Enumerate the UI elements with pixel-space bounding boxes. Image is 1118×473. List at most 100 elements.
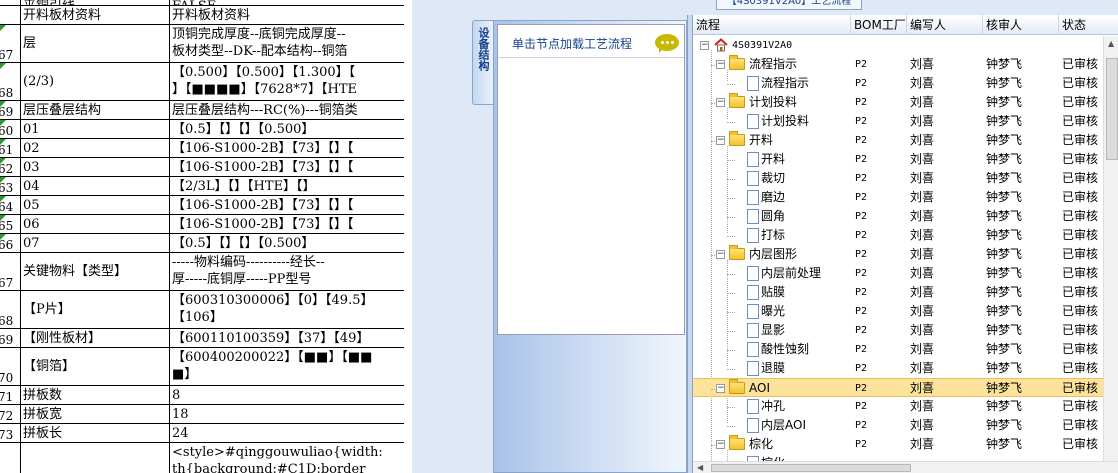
speech-bubble-icon[interactable] [655,34,679,53]
sheet-cell-label[interactable] [20,443,170,473]
status-cell: 已审核 [1062,418,1099,432]
writer-cell: 刘喜 [910,266,935,280]
tree-row[interactable]: 开料 P2 刘喜 钟梦飞 已审核 [693,150,1103,169]
tree-row[interactable]: 内层前处理 P2 刘喜 钟梦飞 已审核 [693,264,1103,283]
sheet-cell-label[interactable]: 拼板长 [20,424,170,442]
horizontal-scrollbar[interactable]: ◀ [693,461,1118,473]
tree-guide-line [727,122,735,123]
sheet-cell-label[interactable]: (2/3) [20,63,170,100]
sheet-row: <style>#qinggouwuliao{width: th{backgroun… [0,443,404,473]
sheet-cell-label[interactable]: 层 [20,25,170,62]
sheet-cell-value[interactable]: FALSE [170,0,404,5]
sheet-cell-label[interactable]: 平铜引线 [20,0,170,5]
tree-row[interactable]: − 4S0391V2A0 [693,36,1103,55]
sheet-cell-label[interactable]: 07 [20,234,170,252]
sheet-cell-value[interactable]: 开料板材资料 [170,6,404,24]
collapse-toggle-icon[interactable]: − [716,98,725,107]
reviewer-cell: 钟梦飞 [986,171,1023,185]
tree-row[interactable]: 贴膜 P2 刘喜 钟梦飞 已审核 [693,283,1103,302]
sheet-cell-label[interactable]: 01 [20,120,170,138]
collapse-toggle-icon[interactable]: − [716,60,725,69]
sheet-cell-value[interactable]: 【600400200022】【■■】【■■ ■】 [170,348,404,385]
reviewer-cell: 钟梦飞 [986,190,1023,204]
tree-row[interactable]: 酸性蚀刻 P2 刘喜 钟梦飞 已审核 [693,340,1103,359]
sheet-cell-label[interactable]: 【铜箔】 [20,348,170,385]
tree-row[interactable]: 退膜 P2 刘喜 钟梦飞 已审核 [693,359,1103,378]
sheet-cell-value[interactable]: 层压叠层结构---RC(%)---铜箔类 [170,101,404,119]
sheet-cell-value[interactable]: 【2/3L】【】【HTE】【】 [170,177,404,195]
collapse-toggle-icon[interactable]: − [716,440,725,449]
collapse-toggle-icon[interactable]: − [700,41,709,50]
tree-node-label: 退膜 [761,361,786,375]
tree-row[interactable]: 冲孔 P2 刘喜 钟梦飞 已审核 [693,397,1103,416]
vertical-scrollbar[interactable]: ▲ [1103,36,1118,461]
tree-row[interactable]: 圆角 P2 刘喜 钟梦飞 已审核 [693,207,1103,226]
sheet-cell-label[interactable]: 04 [20,177,170,195]
header-col-reviewer[interactable]: 核审人 [983,15,1059,35]
tree-row[interactable]: 显影 P2 刘喜 钟梦飞 已审核 [693,321,1103,340]
tree-row[interactable]: 流程指示 P2 刘喜 钟梦飞 已审核 [693,74,1103,93]
tree-row[interactable]: − 开料 P2 刘喜 钟梦飞 已审核 [693,131,1103,150]
scroll-up-icon[interactable]: ▲ [1108,39,1114,48]
tree-row-selected[interactable]: − AOI P2 刘喜 钟梦飞 已审核 [693,378,1103,397]
row-number: 73 [0,424,20,442]
tree-row[interactable]: − 内层图形 P2 刘喜 钟梦飞 已审核 [693,245,1103,264]
tree-row[interactable]: − 棕化 P2 刘喜 钟梦飞 已审核 [693,435,1103,454]
sheet-cell-label[interactable]: 拼板数 [20,386,170,404]
header-col-status[interactable]: 状态 [1059,15,1118,35]
sheet-cell-value[interactable]: 18 [170,405,404,423]
tree-guide-line [727,350,735,351]
collapse-toggle-icon[interactable]: − [716,384,725,393]
collapse-toggle-icon[interactable]: − [716,136,725,145]
sheet-cell-value[interactable]: 【106-S1000-2B】【73】【】【 [170,158,404,176]
writer-cell: 刘喜 [910,418,935,432]
sheet-cell-label[interactable]: 【P片】 [20,291,170,328]
sheet-cell-label[interactable]: 层压叠层结构 [20,101,170,119]
header-col-bom-factory[interactable]: BOM工厂 [851,15,907,35]
sheet-cell-value[interactable]: 顶铜完成厚度--底铜完成厚度-- 板材类型--DK--配本结构--铜箔 [170,25,404,62]
tab-device-structure[interactable]: 设备结构 [472,20,493,105]
tree-row[interactable]: 棕化 [693,454,1103,461]
sheet-cell-value[interactable]: <style>#qinggouwuliao{width: th{backgroun… [170,443,404,473]
row-number [0,0,20,5]
sheet-cell-value[interactable]: 【106-S1000-2B】【73】【】【 [170,215,404,233]
writer-cell: 刘喜 [910,95,935,109]
document-icon [747,76,759,91]
sheet-cell-value[interactable]: 【0.500】【0.500】【1.300】【 】【■■■■】【7628*7】【HT… [170,63,404,100]
tree-row[interactable]: 打标 P2 刘喜 钟梦飞 已审核 [693,226,1103,245]
horizontal-scroll-thumb[interactable] [711,464,911,472]
sheet-cell-label[interactable]: 03 [20,158,170,176]
sheet-cell-value[interactable]: -----物料编码----------经长-- 厚-----底铜厚-----PP型… [170,253,404,290]
sheet-cell-label[interactable]: 【刚性板材】 [20,329,170,347]
sheet-cell-value[interactable]: 8 [170,386,404,404]
sheet-cell-label[interactable]: 开料板材资料 [20,6,170,24]
tree-row[interactable]: 曝光 P2 刘喜 钟梦飞 已审核 [693,302,1103,321]
sheet-cell-value[interactable]: 【0.5】【】【】【0.500】 [170,234,404,252]
sheet-cell-value[interactable]: 【0.5】【】【】【0.500】 [170,120,404,138]
tree-row[interactable]: − 流程指示 P2 刘喜 钟梦飞 已审核 [693,55,1103,74]
tree-row[interactable]: 裁切 P2 刘喜 钟梦飞 已审核 [693,169,1103,188]
tree-row[interactable]: − 计划投料 P2 刘喜 钟梦飞 已审核 [693,93,1103,112]
tree-node-label: 磨边 [761,190,786,204]
sheet-cell-value[interactable]: 【106-S1000-2B】【73】【】【 [170,196,404,214]
sheet-cell-value[interactable]: 【106-S1000-2B】【73】【】【 [170,139,404,157]
tab-label: 设备结构 [477,27,490,71]
dialog-title: 【4S0391V2A0】工艺流程 [716,0,862,10]
header-col-writer[interactable]: 编写人 [907,15,983,35]
reviewer-cell: 钟梦飞 [986,342,1023,356]
sheet-cell-value[interactable]: 【600310300006】【0】【49.5】 【106】 [170,291,404,328]
tree-row[interactable]: 计划投料 P2 刘喜 钟梦飞 已审核 [693,112,1103,131]
sheet-cell-label[interactable]: 拼板宽 [20,405,170,423]
vertical-scroll-thumb[interactable] [1106,58,1118,160]
tree-row[interactable]: 内层AOI P2 刘喜 钟梦飞 已审核 [693,416,1103,435]
sheet-cell-label[interactable]: 05 [20,196,170,214]
sheet-cell-label[interactable]: 02 [20,139,170,157]
sheet-cell-label[interactable]: 关键物料【类型】 [20,253,170,290]
sheet-cell-label[interactable]: 06 [20,215,170,233]
sheet-cell-value[interactable]: 【600110100359】【37】【49】 [170,329,404,347]
tree-row[interactable]: 磨边 P2 刘喜 钟梦飞 已审核 [693,188,1103,207]
header-col-process[interactable]: 流程 [693,15,851,35]
sheet-cell-value[interactable]: 24 [170,424,404,442]
scroll-left-icon[interactable]: ◀ [697,463,703,472]
collapse-toggle-icon[interactable]: − [716,250,725,259]
